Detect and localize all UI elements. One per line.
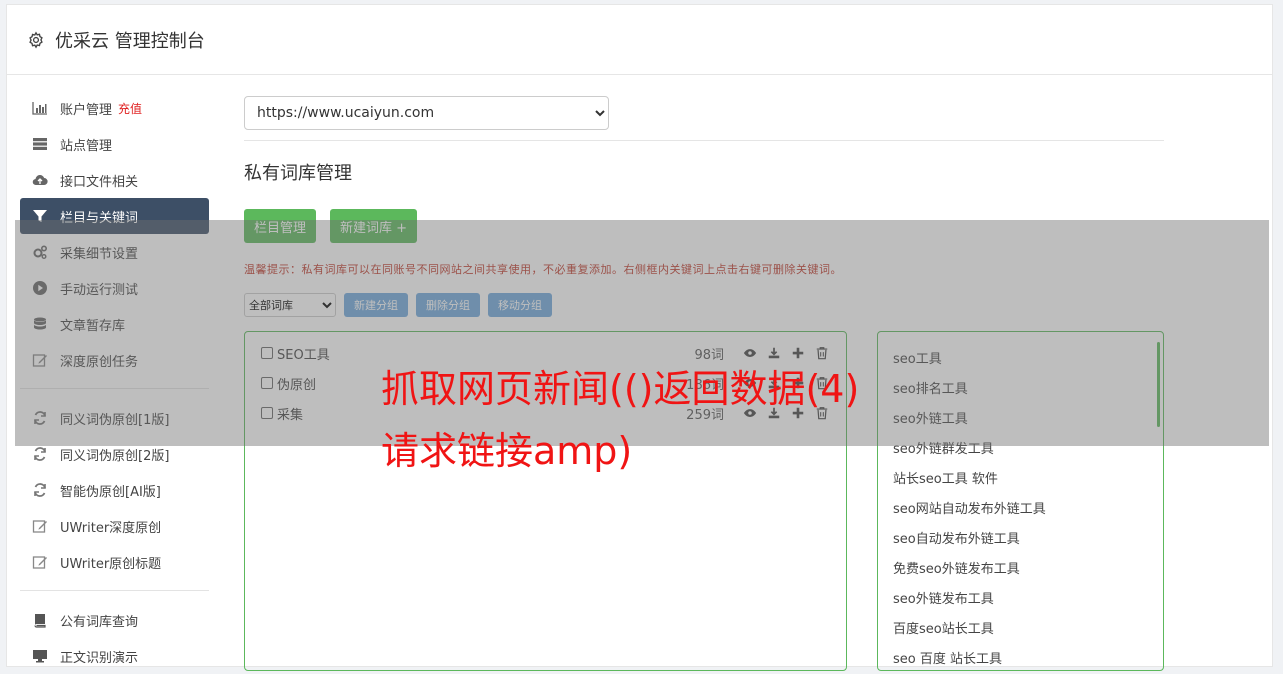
sidebar-item-label: 深度原创任务 xyxy=(60,354,139,370)
edit-icon xyxy=(32,518,48,534)
sidebar-item-synonym-v2[interactable]: 同义词伪原创[2版] xyxy=(20,436,209,472)
list-item[interactable]: seo外链发布工具 xyxy=(878,582,1163,612)
sidebar-item-columns-keywords[interactable]: 栏目与关键词 xyxy=(20,198,209,234)
sidebar-item-uwriter-deep[interactable]: UWriter深度原创 xyxy=(20,508,209,544)
sidebar-item-interface[interactable]: 接口文件相关 xyxy=(20,162,209,198)
cloud-upload-icon xyxy=(32,172,48,188)
list-item[interactable]: 百度seo站长工具 xyxy=(878,612,1163,642)
list-item[interactable]: seo外链群发工具 xyxy=(878,432,1163,462)
sidebar-item-label: 正文识别演示 xyxy=(60,650,139,666)
edit-icon xyxy=(32,554,48,570)
database-icon xyxy=(32,316,48,332)
list-item[interactable]: seo排名工具 xyxy=(878,372,1163,402)
list-item[interactable]: seo工具 xyxy=(878,342,1163,372)
sidebar-item-label: 账户管理 xyxy=(60,102,113,118)
sidebar-item-label: 手动运行测试 xyxy=(60,282,139,298)
sidebar-item-collect-settings[interactable]: 采集细节设置 xyxy=(20,234,209,270)
lexicon-checkbox[interactable] xyxy=(261,407,273,419)
sidebar-divider xyxy=(20,388,209,389)
sidebar: 账户管理 充值 站点管理 接口文件相关 栏目与关键词 采集细节设置 手动运行测试… xyxy=(20,90,209,674)
edit-icon xyxy=(32,352,48,368)
sidebar-item-account[interactable]: 账户管理 充值 xyxy=(20,90,209,126)
sidebar-item-ai-original[interactable]: 智能伪原创[AI版] xyxy=(20,472,209,508)
page-title: 私有词库管理 xyxy=(244,163,352,184)
gear-icon xyxy=(29,31,43,48)
list-item[interactable]: seo外链工具 xyxy=(878,402,1163,432)
sidebar-item-deep-original[interactable]: 深度原创任务 xyxy=(20,342,209,378)
group-filter-select[interactable]: 全部词库 xyxy=(244,293,336,317)
main-content: https://www.ucaiyun.com 私有词库管理 栏目管理 新建词库… xyxy=(244,96,1164,671)
sidebar-item-synonym-v1[interactable]: 同义词伪原创[1版] xyxy=(20,400,209,436)
group-toolbar: 全部词库 新建分组 删除分组 移动分组 xyxy=(244,293,1164,317)
new-lexicon-button[interactable]: 新建词库 + xyxy=(330,209,418,243)
sidebar-item-public-lexicon[interactable]: 公有词库查询 xyxy=(20,602,209,638)
move-group-button[interactable]: 移动分组 xyxy=(488,293,552,317)
recharge-link[interactable]: 充值 xyxy=(118,100,142,117)
scrollbar[interactable] xyxy=(1157,342,1160,427)
list-item[interactable]: seo自动发布外链工具 xyxy=(878,522,1163,552)
list-item[interactable]: 站长seo工具 软件 xyxy=(878,462,1163,492)
cogs-icon xyxy=(32,244,48,260)
sidebar-item-label: 采集细节设置 xyxy=(60,246,139,262)
overlay-caption: 抓取网页新闻(()返回数据(4)请求链接amp) xyxy=(381,367,860,473)
refresh-icon xyxy=(32,410,48,426)
keyword-list: seo工具 seo排名工具 seo外链工具 seo外链群发工具 站长seo工具 … xyxy=(877,331,1164,671)
sidebar-item-label: 栏目与关键词 xyxy=(60,210,139,226)
refresh-icon xyxy=(32,446,48,462)
app-title: 优采云 管理控制台 xyxy=(55,30,205,52)
sidebar-item-article-store[interactable]: 文章暂存库 xyxy=(20,306,209,342)
sidebar-item-label: 接口文件相关 xyxy=(60,174,139,190)
list-item[interactable]: 免费seo外链发布工具 xyxy=(878,552,1163,582)
site-select[interactable]: https://www.ucaiyun.com xyxy=(244,96,609,130)
filter-icon xyxy=(32,208,48,224)
divider xyxy=(244,140,1164,141)
monitor-icon xyxy=(32,648,48,664)
action-buttons: 栏目管理 新建词库 + xyxy=(244,209,1164,243)
app-header: 优采云 管理控制台 xyxy=(7,5,1272,75)
tip-text: 温馨提示：私有词库可以在同账号不同网站之间共享使用，不必重复添加。右侧框内关键词… xyxy=(244,263,842,276)
sidebar-item-sites[interactable]: 站点管理 xyxy=(20,126,209,162)
sidebar-item-label: UWriter原创标题 xyxy=(60,556,162,572)
sidebar-item-manual-run[interactable]: 手动运行测试 xyxy=(20,270,209,306)
refresh-icon xyxy=(32,482,48,498)
bar-chart-icon xyxy=(32,100,48,116)
lexicon-checkbox[interactable] xyxy=(261,347,273,359)
sidebar-item-label: 同义词伪原创[1版] xyxy=(60,412,170,428)
sidebar-item-label: 文章暂存库 xyxy=(60,318,126,334)
lexicon-checkbox[interactable] xyxy=(261,377,273,389)
play-circle-icon xyxy=(32,280,48,296)
sidebar-item-uwriter-title[interactable]: UWriter原创标题 xyxy=(20,544,209,580)
sidebar-item-label: 智能伪原创[AI版] xyxy=(60,484,161,500)
sidebar-item-label: UWriter深度原创 xyxy=(60,520,162,536)
column-manage-button[interactable]: 栏目管理 xyxy=(244,209,317,243)
sidebar-item-label: 公有词库查询 xyxy=(60,614,139,630)
sidebar-item-text-recognition[interactable]: 正文识别演示 xyxy=(20,638,209,674)
sidebar-item-label: 同义词伪原创[2版] xyxy=(60,448,170,464)
book-icon xyxy=(32,612,48,628)
sidebar-divider xyxy=(20,590,209,591)
sidebar-item-label: 站点管理 xyxy=(60,138,113,154)
server-icon xyxy=(32,136,48,152)
list-item[interactable]: seo网站自动发布外链工具 xyxy=(878,492,1163,522)
delete-group-button[interactable]: 删除分组 xyxy=(416,293,480,317)
new-group-button[interactable]: 新建分组 xyxy=(344,293,408,317)
